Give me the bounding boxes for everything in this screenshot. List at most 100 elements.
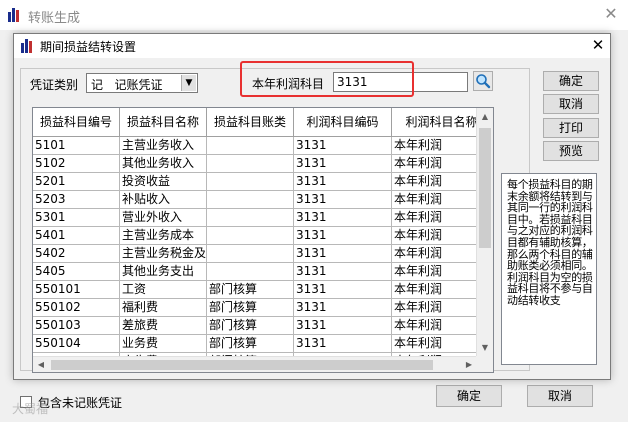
scroll-up-icon[interactable]: ▲ — [477, 108, 493, 125]
table-cell-account-category[interactable] — [207, 245, 294, 263]
grid-header-col-profit-code[interactable]: 利润科目编码 — [294, 108, 392, 137]
table-cell-profit-code[interactable]: 3131 — [294, 155, 392, 173]
table-cell-account-name[interactable]: 业务费 — [120, 335, 207, 353]
table-cell-profit-name[interactable]: 本年利润 — [392, 209, 477, 227]
table-cell-account-code[interactable]: 5201 — [33, 173, 120, 191]
table-cell-account-category[interactable]: 部门核算 — [207, 335, 294, 353]
table-cell-account-category[interactable] — [207, 227, 294, 245]
table-cell-profit-code[interactable]: 3131 — [294, 263, 392, 281]
table-cell-account-category[interactable] — [207, 137, 294, 155]
table-cell-profit-code[interactable]: 3131 — [294, 317, 392, 335]
table-cell-profit-name[interactable]: 本年利润 — [392, 137, 477, 155]
table-cell-profit-code[interactable]: 3131 — [294, 281, 392, 299]
table-cell-profit-code[interactable]: 3131 — [294, 245, 392, 263]
table-cell-account-category[interactable] — [207, 263, 294, 281]
table-cell-account-code[interactable]: 5402 — [33, 245, 120, 263]
table-cell-account-name[interactable]: 补贴收入 — [120, 191, 207, 209]
table-cell-account-category[interactable] — [207, 155, 294, 173]
scroll-left-icon[interactable]: ◀ — [33, 357, 49, 372]
table-row[interactable]: 5203 补贴收入 3131 本年利润 — [33, 191, 477, 209]
table-cell-profit-name[interactable]: 本年利润 — [392, 335, 477, 353]
table-cell-profit-code[interactable]: 3131 — [294, 191, 392, 209]
table-cell-account-name[interactable]: 其他业务支出 — [120, 263, 207, 281]
table-cell-profit-code[interactable]: 3131 — [294, 137, 392, 155]
scroll-right-icon[interactable]: ▶ — [461, 357, 477, 372]
table-cell-account-code[interactable]: 550101 — [33, 281, 120, 299]
background-close-icon[interactable]: ✕ — [598, 3, 624, 25]
table-cell-account-code[interactable]: 5405 — [33, 263, 120, 281]
table-cell-profit-code[interactable]: 3131 — [294, 335, 392, 353]
table-row[interactable]: 5102 其他业务收入 3131 本年利润 — [33, 155, 477, 173]
grid-header-col-account-category[interactable]: 损益科目账类 — [207, 108, 294, 137]
table-cell-account-category[interactable] — [207, 209, 294, 227]
table-cell-account-category[interactable]: 部门核算 — [207, 281, 294, 299]
table-cell-account-category[interactable] — [207, 191, 294, 209]
table-cell-account-name[interactable]: 投资收益 — [120, 173, 207, 191]
table-row[interactable]: 5201 投资收益 3131 本年利润 — [33, 173, 477, 191]
table-cell-account-category[interactable]: 部门核算 — [207, 299, 294, 317]
table-cell-account-code[interactable]: 5203 — [33, 191, 120, 209]
table-cell-account-name[interactable]: 差旅费 — [120, 317, 207, 335]
table-cell-profit-name[interactable]: 本年利润 — [392, 317, 477, 335]
table-cell-account-code[interactable]: 550102 — [33, 299, 120, 317]
table-row[interactable]: 550102 福利费 部门核算 3131 本年利润 — [33, 299, 477, 317]
table-cell-profit-name[interactable]: 本年利润 — [392, 155, 477, 173]
chevron-down-icon[interactable]: ▼ — [181, 75, 196, 91]
vertical-scrollbar[interactable]: ▲ ▼ — [476, 108, 493, 356]
ok-button[interactable]: 确定 — [543, 71, 599, 91]
voucher-type-select[interactable]: 记 记账凭证 ▼ — [86, 73, 198, 93]
table-cell-account-name[interactable]: 其他业务收入 — [120, 155, 207, 173]
preview-button[interactable]: 预览 — [543, 141, 599, 161]
include-unposted-label: 包含未记账凭证 — [38, 396, 123, 410]
horizontal-scrollbar[interactable]: ◀ ▶ — [33, 356, 477, 372]
cancel-button[interactable]: 取消 — [543, 94, 599, 114]
background-cancel-button[interactable]: 取消 — [527, 385, 593, 407]
table-cell-profit-name[interactable]: 本年利润 — [392, 263, 477, 281]
table-row[interactable]: 550104 业务费 部门核算 3131 本年利润 — [33, 335, 477, 353]
table-row[interactable]: 5401 主营业务成本 3131 本年利润 — [33, 227, 477, 245]
table-cell-profit-code[interactable]: 3131 — [294, 227, 392, 245]
table-row[interactable]: 550103 差旅费 部门核算 3131 本年利润 — [33, 317, 477, 335]
scroll-down-icon[interactable]: ▼ — [477, 339, 493, 356]
table-cell-account-code[interactable]: 550104 — [33, 335, 120, 353]
table-cell-account-name[interactable]: 福利费 — [120, 299, 207, 317]
table-cell-profit-name[interactable]: 本年利润 — [392, 245, 477, 263]
table-cell-profit-code[interactable]: 3131 — [294, 299, 392, 317]
table-row[interactable]: 5301 营业外收入 3131 本年利润 — [33, 209, 477, 227]
highlight-annotation-box — [240, 61, 414, 97]
table-cell-account-code[interactable]: 5102 — [33, 155, 120, 173]
grid-header-col-account-name[interactable]: 损益科目名称 — [120, 108, 207, 137]
table-row[interactable]: 5101 主营业务收入 3131 本年利润 — [33, 137, 477, 155]
table-cell-account-name[interactable]: 主营业务税金及 — [120, 245, 207, 263]
grid-header-col-account-code[interactable]: 损益科目编号 — [33, 108, 120, 137]
profit-loss-account-grid[interactable]: 损益科目编号 损益科目名称 损益科目账类 利润科目编码 利润科目名称 5101 主营业务收… — [32, 107, 494, 373]
table-cell-account-name[interactable]: 营业外收入 — [120, 209, 207, 227]
table-cell-account-name[interactable]: 主营业务收入 — [120, 137, 207, 155]
table-cell-profit-name[interactable]: 本年利润 — [392, 173, 477, 191]
horizontal-scroll-thumb[interactable] — [51, 360, 433, 370]
table-cell-account-category[interactable] — [207, 173, 294, 191]
table-row[interactable]: 550101 工资 部门核算 3131 本年利润 — [33, 281, 477, 299]
table-cell-profit-name[interactable]: 本年利润 — [392, 299, 477, 317]
grid-body[interactable]: 5101 主营业务收入 3131 本年利润 5102 其他业务收入 3131 本年利润 5201… — [33, 137, 477, 359]
profit-account-search-button[interactable] — [473, 71, 493, 91]
vertical-scroll-thumb[interactable] — [479, 128, 491, 248]
period-profit-loss-transfer-dialog: 期间损益结转设置 ✕ 凭证类别 记 记账凭证 ▼ 本年利润科目 确定 取消 打印… — [13, 33, 611, 380]
table-cell-profit-code[interactable]: 3131 — [294, 173, 392, 191]
table-cell-account-code[interactable]: 5301 — [33, 209, 120, 227]
table-cell-account-code[interactable]: 550103 — [33, 317, 120, 335]
table-cell-profit-name[interactable]: 本年利润 — [392, 191, 477, 209]
dialog-close-icon[interactable]: ✕ — [588, 35, 608, 55]
table-cell-profit-name[interactable]: 本年利润 — [392, 281, 477, 299]
background-ok-button[interactable]: 确定 — [436, 385, 502, 407]
table-cell-profit-code[interactable]: 3131 — [294, 209, 392, 227]
table-row[interactable]: 5402 主营业务税金及 3131 本年利润 — [33, 245, 477, 263]
print-button[interactable]: 打印 — [543, 118, 599, 138]
table-cell-account-category[interactable]: 部门核算 — [207, 317, 294, 335]
table-row[interactable]: 5405 其他业务支出 3131 本年利润 — [33, 263, 477, 281]
table-cell-account-name[interactable]: 主营业务成本 — [120, 227, 207, 245]
table-cell-account-code[interactable]: 5101 — [33, 137, 120, 155]
table-cell-account-name[interactable]: 工资 — [120, 281, 207, 299]
table-cell-profit-name[interactable]: 本年利润 — [392, 227, 477, 245]
table-cell-account-code[interactable]: 5401 — [33, 227, 120, 245]
